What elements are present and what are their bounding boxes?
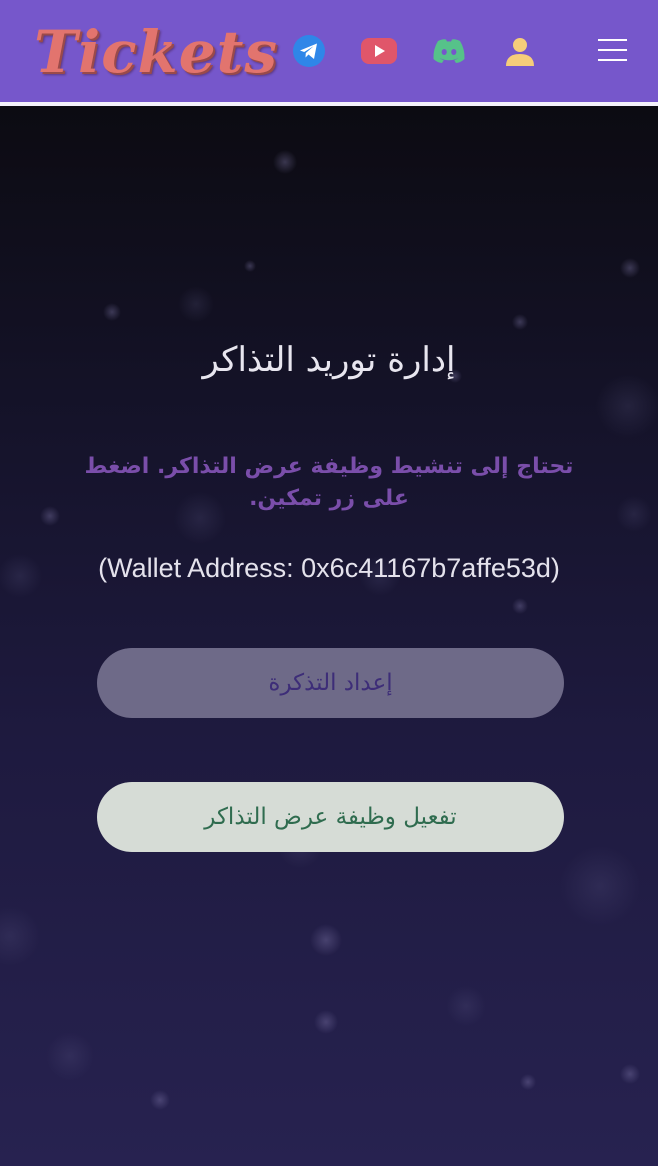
hamburger-menu-icon[interactable] (594, 36, 630, 66)
wallet-address: (Wallet Address: 0x6c41167b7affe53d) (98, 553, 560, 583)
top-header: Tickets (0, 0, 658, 106)
telegram-icon[interactable] (291, 33, 327, 69)
tickets-logo[interactable]: Tickets (34, 16, 278, 88)
user-icon[interactable] (502, 33, 538, 69)
page-title: إدارة توريد التذاكر (202, 340, 456, 380)
main-content: إدارة توريد التذاكر تحتاج إلى تنشيط وظيف… (0, 106, 658, 1166)
activation-notice: تحتاج إلى تنشيط وظيفة عرض التذاكر. اضغط … (84, 454, 574, 511)
discord-icon[interactable] (431, 33, 467, 69)
enable-ticket-display-button[interactable]: تفعيل وظيفة عرض التذاكر (97, 782, 564, 852)
youtube-icon[interactable] (361, 33, 397, 69)
bokeh-background (0, 150, 658, 1110)
ticket-setup-button[interactable]: إعداد التذكرة (97, 648, 564, 718)
